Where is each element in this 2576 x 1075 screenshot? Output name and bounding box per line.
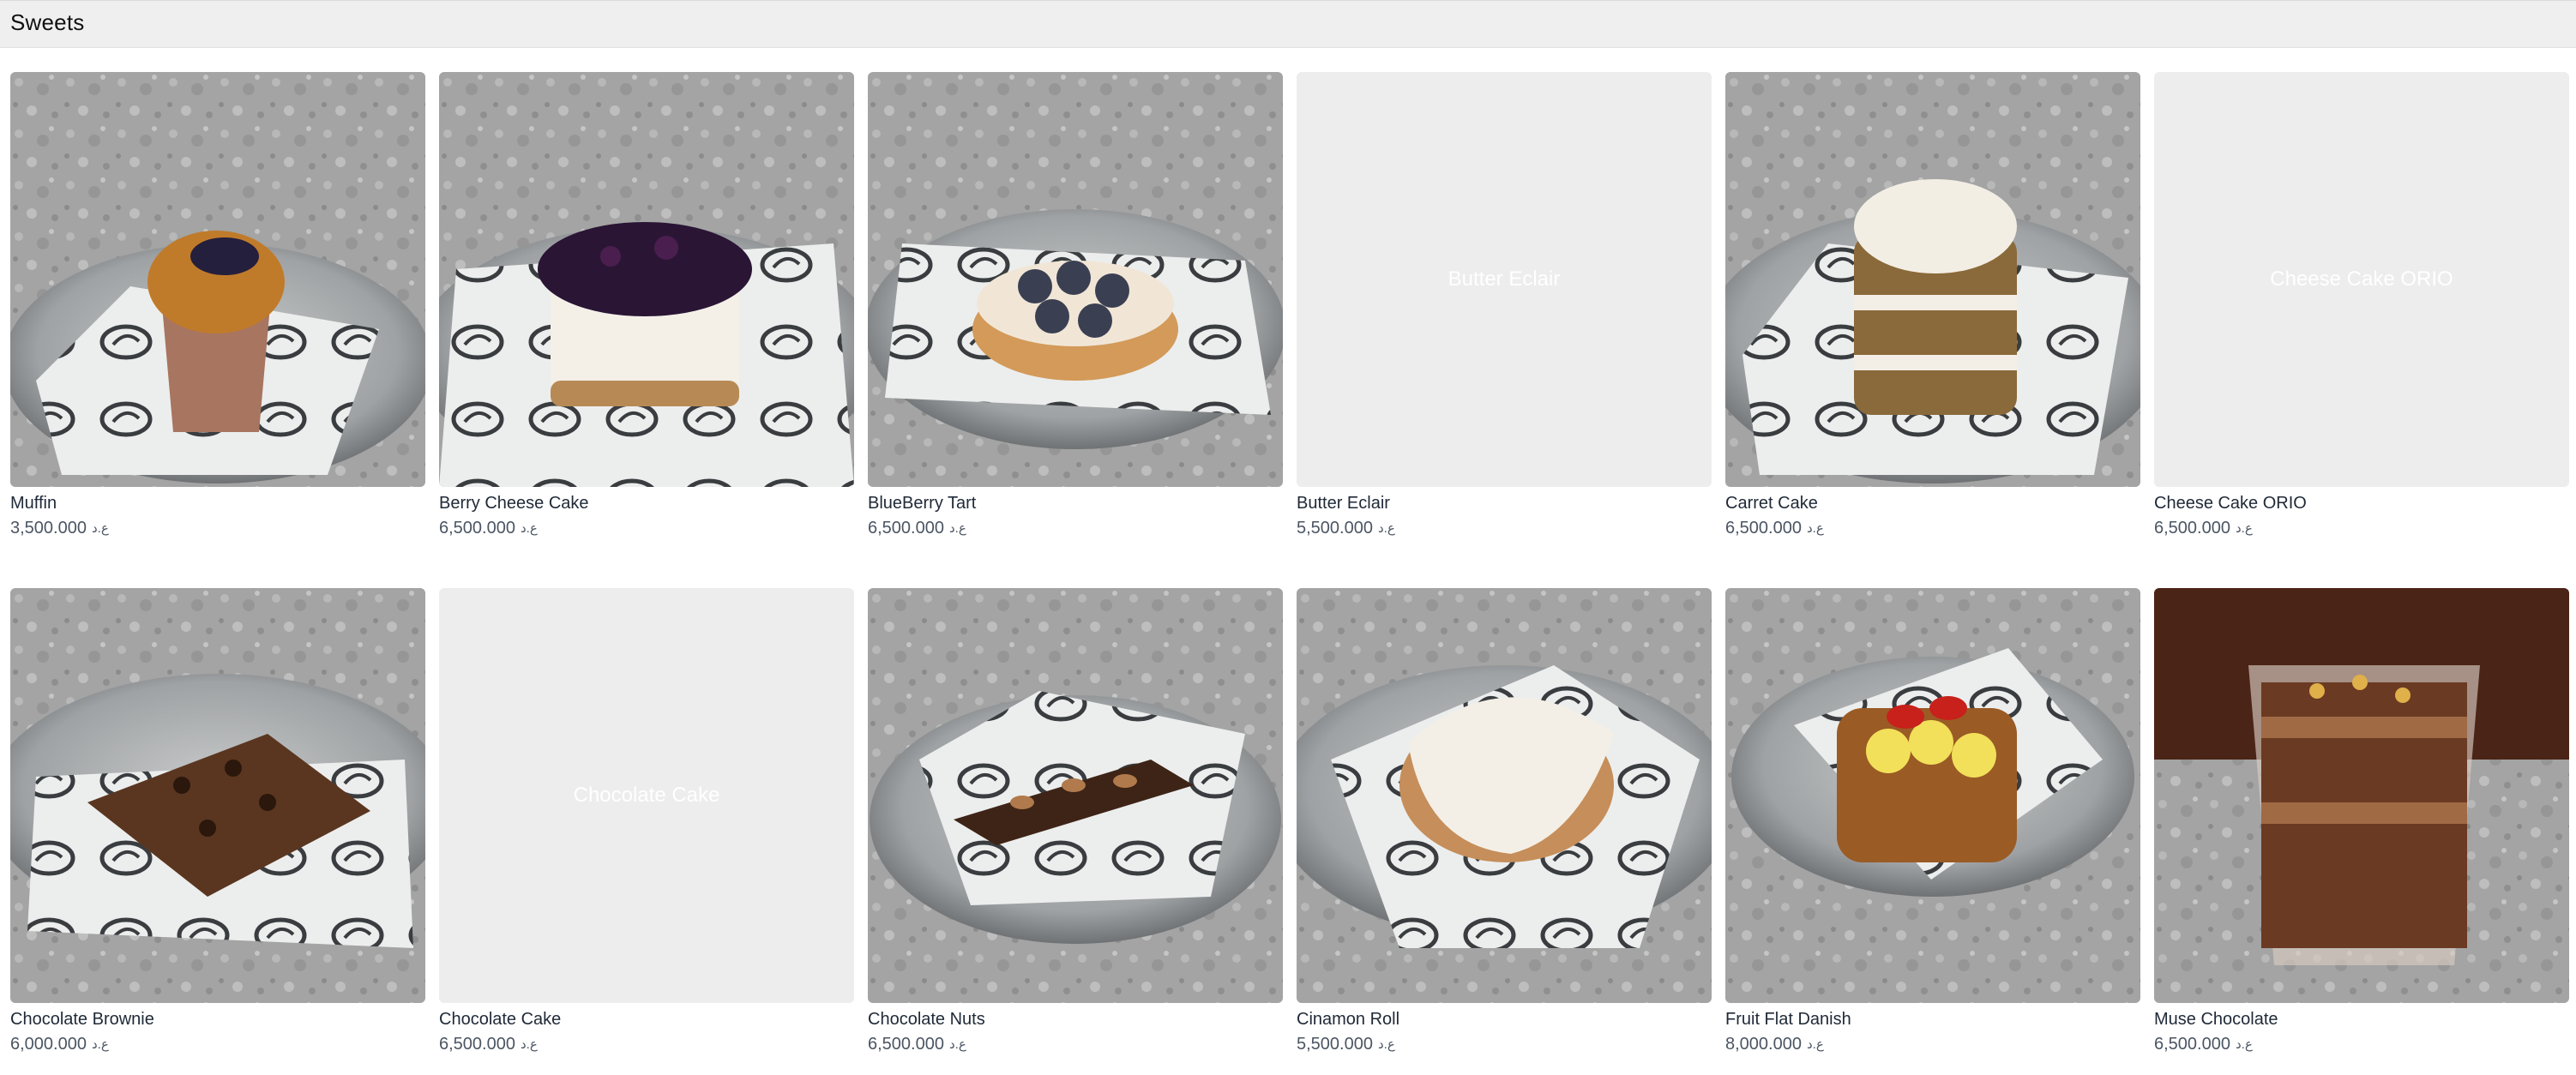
product-card[interactable]: Cheese Cake ORIO Cheese Cake ORIO 6,500.… [2154, 72, 2569, 552]
section-header: Sweets [0, 0, 2576, 48]
product-name: Butter Eclair [1297, 494, 1390, 513]
product-name: Chocolate Nuts [868, 1010, 985, 1029]
currency-label: ع.د [91, 521, 109, 536]
product-price: 6,500.000 ع.د [439, 519, 538, 538]
layer-cake-photo-icon [1725, 72, 2140, 487]
product-image[interactable] [439, 72, 854, 487]
product-price: 6,500.000 ع.د [1725, 519, 1824, 538]
product-name: Fruit Flat Danish [1725, 1010, 1851, 1029]
product-card[interactable]: Chocolate Brownie 6,000.000 ع.د [10, 588, 425, 1068]
product-price: 5,500.000 ع.د [1297, 1035, 1395, 1054]
product-card[interactable]: Chocolate Nuts 6,500.000 ع.د [868, 588, 1283, 1068]
product-price: 8,000.000 ع.د [1725, 1035, 1824, 1054]
product-price: 3,500.000 ع.د [10, 519, 109, 538]
product-card[interactable]: Cinamon Roll 5,500.000 ع.د [1297, 588, 1712, 1068]
muffin-photo-icon [10, 72, 425, 487]
currency-label: ع.د [1806, 1037, 1824, 1052]
product-image[interactable] [1725, 72, 2140, 487]
product-name: Muffin [10, 494, 57, 513]
placeholder-label: Butter Eclair [1447, 267, 1561, 291]
tart-photo-icon [868, 72, 1283, 487]
product-card[interactable]: Muffin 3,500.000 ع.د [10, 72, 425, 552]
brownie-photo-icon [10, 588, 425, 1003]
cheesecake-photo-icon [439, 72, 854, 487]
product-name: Carret Cake [1725, 494, 1818, 513]
cinnamon-roll-photo-icon [1297, 588, 1712, 1003]
currency-label: ع.د [2235, 1037, 2253, 1052]
product-image[interactable] [10, 588, 425, 1003]
product-image-placeholder[interactable]: Chocolate Cake [439, 588, 854, 1003]
placeholder-label: Chocolate Cake [573, 784, 720, 807]
product-image[interactable] [1297, 588, 1712, 1003]
section-title: Sweets [10, 9, 85, 35]
product-name: BlueBerry Tart [868, 494, 977, 513]
product-price: 6,500.000 ع.د [439, 1035, 538, 1054]
danish-photo-icon [1725, 588, 2140, 1003]
currency-label: ع.د [520, 521, 538, 536]
product-price: 5,500.000 ع.د [1297, 519, 1395, 538]
product-card[interactable]: Fruit Flat Danish 8,000.000 ع.د [1725, 588, 2140, 1068]
placeholder-label: Cheese Cake ORIO [2270, 267, 2453, 291]
product-card[interactable]: Carret Cake 6,500.000 ع.د [1725, 72, 2140, 552]
product-price: 6,500.000 ع.د [2154, 1035, 2253, 1054]
product-image[interactable] [1725, 588, 2140, 1003]
product-card[interactable]: BlueBerry Tart 6,500.000 ع.د [868, 72, 1283, 552]
product-price: 6,500.000 ع.د [868, 1035, 966, 1054]
product-price: 6,500.000 ع.د [868, 519, 966, 538]
product-name: Cinamon Roll [1297, 1010, 1400, 1029]
product-price: 6,000.000 ع.د [10, 1035, 109, 1054]
currency-label: ع.د [948, 521, 966, 536]
chocolate-nuts-photo-icon [868, 588, 1283, 1003]
currency-label: ع.د [948, 1037, 966, 1052]
product-image[interactable] [868, 588, 1283, 1003]
product-name: Chocolate Brownie [10, 1010, 154, 1029]
product-card[interactable]: Berry Cheese Cake 6,500.000 ع.د [439, 72, 854, 552]
currency-label: ع.د [91, 1037, 109, 1052]
currency-label: ع.د [1377, 1037, 1395, 1052]
product-name: Cheese Cake ORIO [2154, 494, 2307, 513]
product-card[interactable]: Butter Eclair Butter Eclair 5,500.000 ع.د [1297, 72, 1712, 552]
product-image-placeholder[interactable]: Butter Eclair [1297, 72, 1712, 487]
product-card[interactable]: Muse Chocolate 6,500.000 ع.د [2154, 588, 2569, 1068]
product-image-placeholder[interactable]: Cheese Cake ORIO [2154, 72, 2569, 487]
product-price: 6,500.000 ع.د [2154, 519, 2253, 538]
product-image[interactable] [2154, 588, 2569, 1003]
product-card[interactable]: Chocolate Cake Chocolate Cake 6,500.000 ع… [439, 588, 854, 1068]
currency-label: ع.د [1377, 521, 1395, 536]
product-name: Chocolate Cake [439, 1010, 562, 1029]
product-name: Berry Cheese Cake [439, 494, 589, 513]
currency-label: ع.د [520, 1037, 538, 1052]
product-image[interactable] [868, 72, 1283, 487]
product-name: Muse Chocolate [2154, 1010, 2278, 1029]
currency-label: ع.د [1806, 521, 1824, 536]
currency-label: ع.د [2235, 521, 2253, 536]
product-image[interactable] [10, 72, 425, 487]
chocolate-cup-photo-icon [2154, 588, 2569, 1003]
